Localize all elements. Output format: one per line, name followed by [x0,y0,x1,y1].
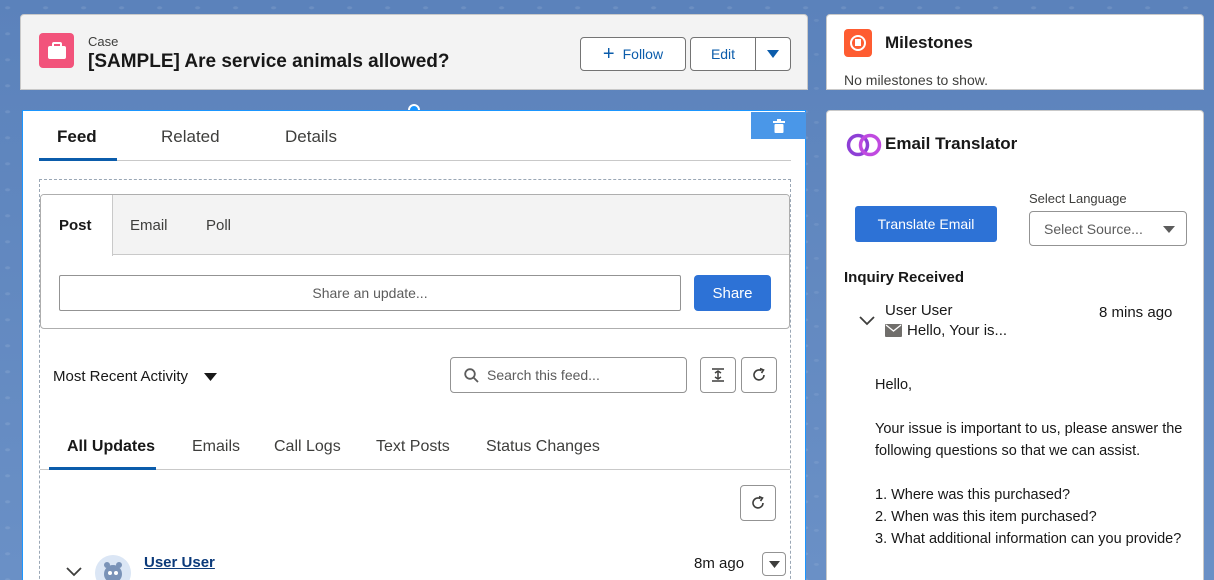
filter-button[interactable] [700,357,736,393]
caret-down-icon [1163,226,1175,233]
source-language-value: Select Source... [1044,221,1143,237]
email-translator-title: Email Translator [885,134,1018,153]
tab-email[interactable]: Email [130,217,168,234]
refresh-icon [752,495,764,509]
tabs-component: Feed Related Details Post Email Poll Sha… [22,110,806,580]
email-translator-logo-icon [846,133,882,157]
feed-item-menu-button[interactable] [762,552,786,576]
search-icon [464,368,479,383]
trash-icon [772,118,785,133]
share-update-input[interactable]: Share an update... [59,275,681,311]
caret-down-icon[interactable] [204,373,217,381]
milestones-title: Milestones [885,33,973,52]
tab-poll[interactable]: Poll [206,217,231,234]
source-language-select[interactable]: Select Source... [1029,211,1187,246]
object-label: Case [88,34,119,49]
feed-item-author[interactable]: User User [144,554,215,571]
tab-emails[interactable]: Emails [192,438,240,456]
email-sender: User User [885,302,953,319]
chevron-down-icon[interactable] [66,567,82,577]
email-snippet: Hello, Your is... [907,322,1008,339]
more-actions-button[interactable] [755,37,791,71]
search-feed-input[interactable]: Search this feed... [450,357,687,393]
active-tab-indicator [49,467,156,470]
select-language-label: Select Language [1029,191,1127,206]
tab-text-posts[interactable]: Text Posts [376,438,450,456]
refresh-feed-button[interactable] [740,485,776,521]
milestone-icon [844,29,872,57]
email-translator-card: Email Translator Translate Email Select … [826,110,1204,580]
email-body: Hello, Your issue is important to us, pl… [875,374,1185,572]
tab-feed[interactable]: Feed [57,127,97,147]
refresh-button[interactable] [741,357,777,393]
delete-component-button[interactable] [751,112,806,139]
email-body-paragraph: 1. Where was this purchased? 2. When was… [875,487,1182,547]
tab-related[interactable]: Related [161,127,220,147]
refresh-icon [753,367,765,381]
tab-call-logs[interactable]: Call Logs [274,438,341,456]
email-body-paragraph: Hello, [875,377,913,393]
publisher-tabs: Post Email Poll [41,195,789,256]
chevron-down-icon[interactable] [859,316,875,326]
expand-collapse-icon [712,368,724,382]
edit-button[interactable]: Edit [690,37,756,71]
record-header: Case [SAMPLE] Are service animals allowe… [20,14,808,90]
milestones-empty-text: No milestones to show. [844,72,988,88]
follow-label: Follow [622,46,664,62]
caret-down-icon [768,560,780,568]
search-placeholder: Search this feed... [487,367,600,383]
mail-icon [885,324,902,337]
page-title: [SAMPLE] Are service animals allowed? [88,51,450,72]
plus-icon: + [602,43,615,65]
share-button[interactable]: Share [694,275,771,311]
sort-dropdown[interactable]: Most Recent Activity [53,368,188,385]
feed-filter-tabs: All Updates Emails Call Logs Text Posts … [40,433,790,470]
chevron-down-icon [767,50,779,58]
milestones-card: Milestones No milestones to show. [826,14,1204,90]
inquiry-section-title: Inquiry Received [844,269,965,286]
email-body-paragraph: Your issue is important to us, please an… [875,421,1183,459]
translate-email-button[interactable]: Translate Email [855,206,997,242]
active-tab-indicator [39,158,117,161]
tab-post[interactable]: Post [59,217,92,234]
tab-details[interactable]: Details [285,127,337,147]
case-icon [39,33,74,68]
tab-all-updates[interactable]: All Updates [67,438,155,456]
follow-button[interactable]: + Follow [580,37,686,71]
record-tabs: Feed Related Details [39,111,791,161]
publisher: Post Email Poll Share an update... Share [40,194,790,329]
email-timestamp: 8 mins ago [1099,304,1173,321]
tab-status-changes[interactable]: Status Changes [486,438,600,456]
feed-item-timestamp[interactable]: 8m ago [694,555,744,572]
